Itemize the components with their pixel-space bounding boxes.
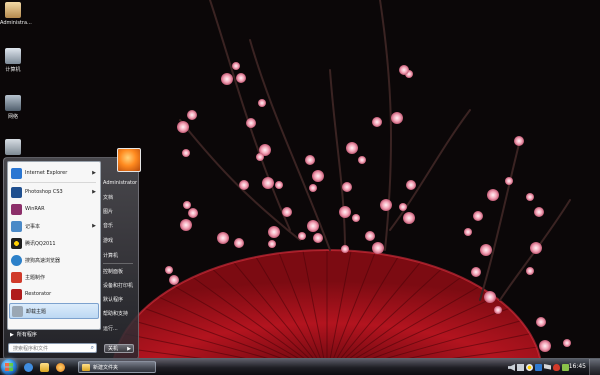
program-qq[interactable]: 腾讯QQ2011 [9, 235, 99, 251]
right-item-run[interactable]: 运行... [103, 325, 118, 332]
program-label: Photoshop CS3 [25, 189, 63, 195]
taskbar-window-button[interactable]: 新建文件夹 [78, 361, 156, 373]
window-title: 新建文件夹 [93, 364, 119, 371]
desktop-icon-label: Administra... [0, 20, 32, 26]
folder-icon [82, 363, 90, 371]
program-label: 记事本 [25, 223, 41, 230]
notepad-icon [11, 220, 22, 232]
photoshop-icon [11, 186, 22, 198]
taskbar: 新建文件夹 16:45 [0, 358, 600, 375]
program-label: Restorator [25, 291, 52, 297]
right-item-documents[interactable]: 文档 [103, 194, 113, 201]
right-pane-separator [103, 263, 133, 264]
qq-icon [11, 237, 22, 249]
program-uninstall-theme[interactable]: 卸载主题 [9, 303, 99, 319]
submenu-arrow-icon: ▶ [92, 170, 96, 176]
user-picture-avatar[interactable] [117, 148, 141, 172]
restorator-icon [11, 288, 22, 300]
right-item-devices-printers[interactable]: 设备和打印机 [103, 282, 133, 289]
show-desktop-button[interactable] [589, 359, 600, 375]
right-item-administrator[interactable]: Administrator [103, 180, 137, 186]
network-tray-icon[interactable] [517, 364, 524, 371]
shutdown-options-arrow-icon[interactable]: ▶ [127, 346, 131, 352]
uninstall-theme-icon [12, 305, 23, 317]
qq-tray-icon[interactable] [526, 364, 533, 371]
all-programs-label: 所有程序 [16, 332, 37, 338]
right-item-games[interactable]: 游戏 [103, 237, 113, 244]
folder-icon[interactable] [40, 363, 49, 372]
shutdown-button[interactable]: 关机 ▶ [104, 344, 134, 353]
shutdown-label: 关机 [108, 346, 119, 352]
right-item-help-support[interactable]: 帮助和支持 [103, 310, 128, 317]
input-method-icon[interactable] [535, 364, 542, 371]
media-player-icon[interactable] [56, 363, 65, 372]
user-folder-icon [5, 2, 21, 18]
internet-explorer-icon [11, 167, 22, 179]
speaker-icon[interactable] [508, 364, 515, 371]
submenu-arrow-icon: ▶ [92, 223, 96, 229]
desktop-icon-user-folder[interactable]: Administra... [0, 2, 32, 26]
theme-maker-icon [11, 271, 22, 283]
right-item-music[interactable]: 音乐 [103, 222, 113, 229]
search-icon: ⌕ [90, 344, 94, 351]
security-icon[interactable] [553, 364, 560, 371]
right-item-control-panel[interactable]: 控制面板 [103, 268, 123, 275]
desktop-icon-recycle-bin[interactable] [0, 139, 26, 157]
program-label: 腾讯QQ2011 [25, 240, 56, 247]
taskbar-clock[interactable]: 16:45 [569, 363, 586, 370]
pinned-separator [12, 182, 96, 183]
all-programs-button[interactable]: ▶ 所有程序 [8, 330, 98, 339]
internet-explorer-icon[interactable] [24, 363, 33, 372]
program-winrar[interactable]: WinRAR [9, 201, 99, 217]
right-item-pictures[interactable]: 图片 [103, 208, 113, 215]
program-theme-maker[interactable]: 主题制作 [9, 269, 99, 285]
network-icon [5, 95, 21, 111]
computer-icon [5, 48, 21, 64]
winrar-icon [11, 203, 22, 215]
windows-logo-icon [5, 363, 13, 371]
start-button[interactable] [1, 359, 17, 375]
program-label: 卸载主题 [26, 308, 47, 315]
right-item-default-programs[interactable]: 默认程序 [103, 296, 123, 303]
program-label: 搜狗高速浏览器 [25, 257, 61, 264]
program-label: Internet Explorer [25, 170, 68, 176]
desktop-icon-network[interactable]: 网络 [0, 95, 26, 120]
start-search-input[interactable]: 搜索程序和文件 ⌕ [8, 343, 97, 353]
desktop-icon-label: 计算机 [5, 67, 21, 73]
program-label: WinRAR [25, 206, 45, 212]
desktop-icon-label: 网络 [7, 114, 18, 120]
program-label: 主题制作 [25, 274, 46, 281]
program-notepad[interactable]: 记事本 ▶ [9, 218, 99, 234]
desktop-icon-computer[interactable]: 计算机 [0, 48, 26, 73]
program-internet-explorer[interactable]: Internet Explorer ▶ [9, 165, 99, 181]
right-item-computer[interactable]: 计算机 [103, 252, 118, 259]
submenu-arrow-icon: ▶ [92, 189, 96, 195]
all-programs-arrow-icon: ▶ [10, 331, 14, 338]
sogou-browser-icon [11, 254, 22, 266]
recycle-bin-icon [5, 139, 21, 155]
program-photoshop[interactable]: Photoshop CS3 ▶ [9, 184, 99, 200]
start-menu-programs-pane: Internet Explorer ▶ Photoshop CS3 ▶ WinR… [7, 161, 101, 330]
flag-tray-icon[interactable] [544, 364, 551, 370]
program-restorator[interactable]: Restorator [9, 286, 99, 302]
search-placeholder: 搜索程序和文件 [13, 345, 49, 352]
start-menu: Internet Explorer ▶ Photoshop CS3 ▶ WinR… [3, 148, 141, 360]
program-sogou-browser[interactable]: 搜狗高速浏览器 [9, 252, 99, 268]
